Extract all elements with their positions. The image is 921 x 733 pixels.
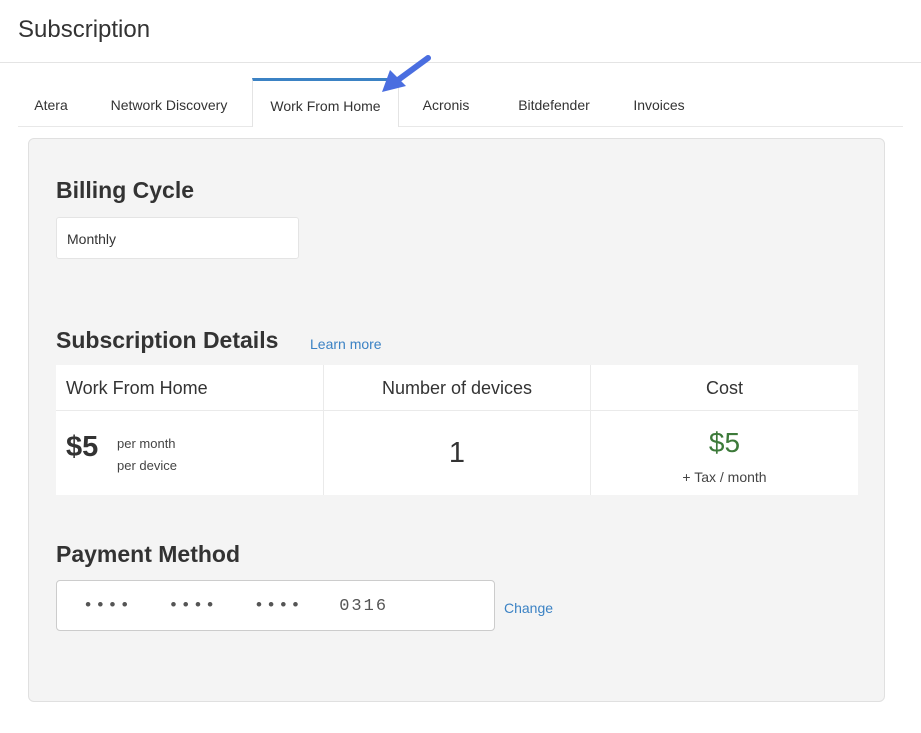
billing-cycle-heading: Billing Cycle <box>56 177 195 203</box>
devices-count: 1 <box>448 437 466 469</box>
price-unit-month: per month <box>117 436 176 451</box>
devices-column: Number of devices 1 <box>323 365 590 495</box>
plan-column: Work From Home $5 per month per device <box>56 365 323 495</box>
subscription-details-table: Work From Home $5 per month per device N… <box>56 365 858 495</box>
tab-network-discovery[interactable]: Network Discovery <box>95 78 243 126</box>
price-unit-device: per device <box>117 458 177 473</box>
subscription-details-heading: Subscription Details <box>56 327 279 353</box>
devices-column-header: Number of devices <box>324 365 590 411</box>
cost-column-header: Cost <box>591 365 858 411</box>
cost-value: $5 <box>708 427 741 458</box>
payment-method-heading: Payment Method <box>56 541 241 567</box>
tab-atera[interactable]: Atera <box>18 78 84 126</box>
learn-more-link[interactable]: Learn more <box>310 336 382 352</box>
change-payment-link[interactable]: Change <box>504 600 553 616</box>
tab-invoices[interactable]: Invoices <box>625 78 693 126</box>
pointer-arrow-icon <box>382 55 431 92</box>
subscription-panel: Billing Cycle Monthly Subscription Detai… <box>28 138 885 702</box>
cost-note: + Tax / month <box>682 469 767 485</box>
tab-bitdefender[interactable]: Bitdefender <box>504 78 604 126</box>
billing-cycle-select[interactable]: Monthly <box>56 217 299 259</box>
tab-work-from-home[interactable]: Work From Home <box>252 78 399 127</box>
card-number-field[interactable]: •••• •••• •••• 0316 <box>56 580 495 631</box>
plan-column-header: Work From Home <box>56 365 323 411</box>
page: Subscription Atera Network Discovery Wor… <box>0 0 921 733</box>
cost-column: Cost $5 + Tax / month <box>590 365 858 495</box>
tab-bar: Atera Network Discovery Work From Home A… <box>18 78 903 127</box>
price-value: $5 <box>66 431 99 463</box>
page-title: Subscription <box>18 16 151 43</box>
page-header: Subscription <box>0 0 921 63</box>
